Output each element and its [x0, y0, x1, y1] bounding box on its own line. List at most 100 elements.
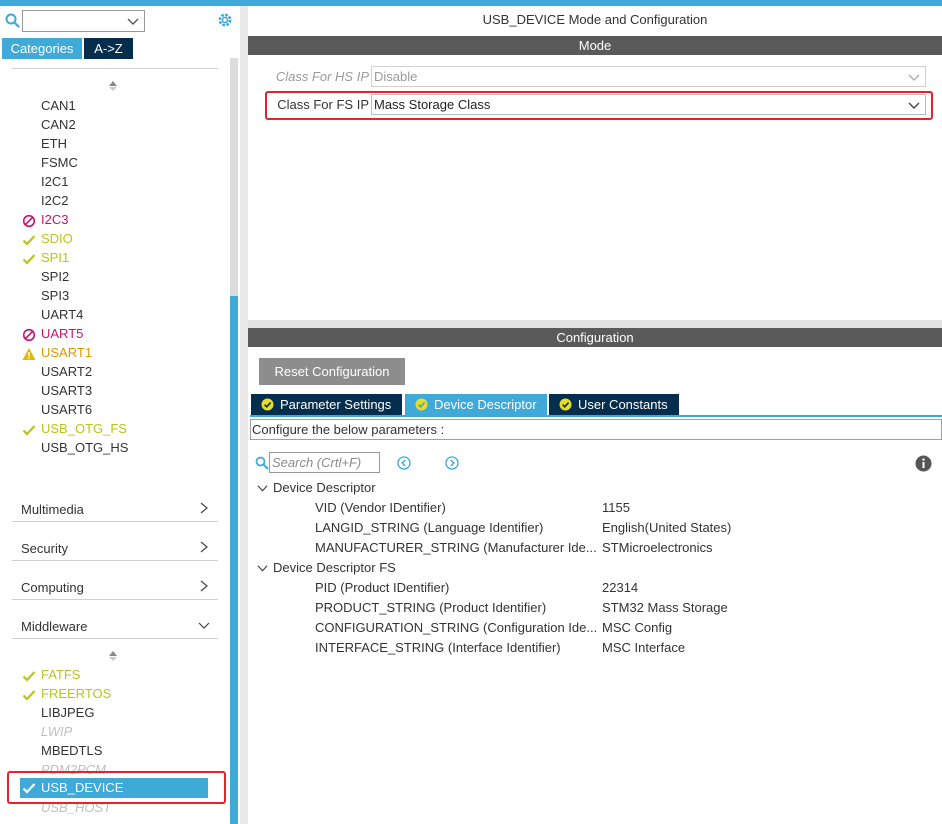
peripheral-item-spi3[interactable]: SPI3: [0, 287, 225, 306]
prohibited-icon: [22, 214, 36, 228]
tab-parameter-settings[interactable]: Parameter Settings: [251, 394, 402, 415]
chevron-down-icon: [127, 18, 139, 25]
peripheral-item-usart6[interactable]: USART6: [0, 401, 225, 420]
scroll-up-arrow-icon[interactable]: [108, 80, 118, 92]
check-circle-icon: [559, 398, 572, 411]
peripheral-label: USART1: [41, 345, 93, 360]
class-for-hs-ip-label: Class For HS IP: [275, 69, 369, 84]
left-scrollbar-thumb[interactable]: [230, 296, 238, 824]
peripheral-item-sdio[interactable]: SDIO: [0, 230, 225, 249]
peripheral-label: USB_OTG_HS: [41, 440, 129, 455]
checkmark-icon: [22, 425, 36, 436]
parameter-row[interactable]: PRODUCT_STRING (Product Identifier) STM32…: [0, 600, 942, 620]
class-for-hs-ip-value: Disable: [374, 69, 418, 84]
peripheral-item-usb_otg_hs[interactable]: USB_OTG_HS: [0, 439, 225, 458]
prohibited-icon: [22, 328, 36, 342]
parameter-value[interactable]: English(United States): [602, 520, 731, 535]
peripheral-item-usb_otg_fs[interactable]: USB_OTG_FS: [0, 420, 225, 439]
configure-instructions-bar: Configure the below parameters :: [250, 419, 942, 440]
middleware-item-mbedtls[interactable]: MBEDTLS: [0, 742, 225, 761]
parameter-name: VID (Vendor IDentifier): [315, 500, 446, 515]
tree-group[interactable]: Device Descriptor: [255, 480, 555, 498]
peripheral-item-eth[interactable]: ETH: [0, 135, 225, 154]
parameter-value[interactable]: STM32 Mass Storage: [602, 600, 728, 615]
parameter-value[interactable]: MSC Interface: [602, 640, 685, 655]
tab-underline: [250, 415, 942, 417]
checkmark-icon: [22, 671, 36, 682]
parameter-value[interactable]: MSC Config: [602, 620, 672, 635]
page-title: USB_DEVICE Mode and Configuration: [482, 12, 708, 27]
peripheral-label: UART4: [41, 307, 84, 322]
list-divider: [12, 68, 218, 69]
tab-categories[interactable]: Categories: [2, 38, 82, 59]
middleware-item-freertos[interactable]: FREERTOS: [0, 685, 225, 704]
peripheral-item-spi1[interactable]: SPI1: [0, 249, 225, 268]
peripheral-item-i2c1[interactable]: I2C1: [0, 173, 225, 192]
gear-icon[interactable]: [216, 11, 234, 29]
search-icon[interactable]: [5, 13, 20, 28]
peripheral-label: USART6: [41, 402, 93, 417]
peripheral-item-uart5[interactable]: UART5: [0, 325, 225, 344]
middleware-label: MBEDTLS: [41, 743, 103, 758]
highlight-box-usb-device: [7, 771, 226, 804]
parameter-name: LANGID_STRING (Language Identifier): [315, 520, 544, 535]
parameter-row[interactable]: VID (Vendor IDentifier) 1155: [0, 500, 942, 520]
peripheral-label: SDIO: [41, 231, 73, 246]
peripheral-item-uart4[interactable]: UART4: [0, 306, 225, 325]
peripheral-label: USB_OTG_FS: [41, 421, 127, 436]
peripheral-item-usart3[interactable]: USART3: [0, 382, 225, 401]
parameter-name: PRODUCT_STRING (Product Identifier): [315, 600, 547, 615]
tab-user-constants[interactable]: User Constants: [549, 394, 679, 415]
check-circle-icon: [261, 398, 274, 411]
tab-device-descriptor[interactable]: Device Descriptor: [405, 394, 547, 415]
highlight-box-class-for-fs-ip: [265, 91, 933, 120]
peripheral-label: SPI1: [41, 250, 70, 265]
peripheral-item-i2c3[interactable]: I2C3: [0, 211, 225, 230]
peripheral-item-i2c2[interactable]: I2C2: [0, 192, 225, 211]
info-icon[interactable]: [915, 455, 932, 472]
parameter-value[interactable]: STMicroelectronics: [602, 540, 713, 555]
peripheral-label: ETH: [41, 136, 67, 151]
mode-panel-divider[interactable]: [248, 320, 942, 328]
parameter-value[interactable]: 22314: [602, 580, 638, 595]
middleware-item-fatfs[interactable]: FATFS: [0, 666, 225, 685]
panel-splitter[interactable]: [240, 6, 248, 824]
peripheral-label: FSMC: [41, 155, 78, 170]
mode-section-header: Mode: [248, 36, 942, 55]
checkmark-icon: [22, 254, 36, 265]
peripheral-label: CAN1: [41, 98, 76, 113]
parameter-row[interactable]: INTERFACE_STRING (Interface Identifier) M…: [0, 640, 942, 660]
peripheral-item-spi2[interactable]: SPI2: [0, 268, 225, 287]
chevron-down-icon: [257, 485, 268, 492]
peripheral-label: USART2: [41, 364, 93, 379]
parameter-search-input[interactable]: [272, 453, 377, 472]
middleware-item-libjpeg[interactable]: LIBJPEG: [0, 704, 225, 723]
search-previous-icon[interactable]: [397, 456, 411, 470]
parameter-name: MANUFACTURER_STRING (Manufacturer Ide...: [315, 540, 597, 555]
peripheral-item-can2[interactable]: CAN2: [0, 116, 225, 135]
peripheral-label: I2C1: [41, 174, 69, 189]
tab-label: User Constants: [578, 397, 668, 412]
parameter-row[interactable]: CONFIGURATION_STRING (Configuration Ide.…: [0, 620, 942, 640]
peripheral-item-can1[interactable]: CAN1: [0, 97, 225, 116]
peripheral-search-combo[interactable]: [22, 10, 145, 32]
peripheral-item-usart2[interactable]: USART2: [0, 363, 225, 382]
reset-configuration-button[interactable]: Reset Configuration: [259, 358, 405, 385]
tree-group[interactable]: Device Descriptor FS: [255, 560, 555, 578]
tab-a-to-z[interactable]: A->Z: [84, 38, 133, 59]
configuration-section-header: Configuration: [248, 328, 942, 347]
search-next-icon[interactable]: [445, 456, 459, 470]
parameter-row[interactable]: MANUFACTURER_STRING (Manufacturer Ide...…: [0, 540, 942, 560]
search-icon: [255, 456, 269, 470]
configure-instructions-text: Configure the below parameters :: [252, 422, 445, 437]
parameter-name: PID (Product IDentifier): [315, 580, 450, 595]
parameter-search: [269, 452, 380, 473]
peripheral-item-fsmc[interactable]: FSMC: [0, 154, 225, 173]
parameter-row[interactable]: LANGID_STRING (Language Identifier) Engli…: [0, 520, 942, 540]
middleware-label: LWIP: [41, 724, 73, 739]
checkmark-icon: [22, 235, 36, 246]
parameter-row[interactable]: PID (Product IDentifier) 22314: [0, 580, 942, 600]
peripheral-item-usart1[interactable]: USART1: [0, 344, 225, 363]
peripheral-label: I2C3: [41, 212, 69, 227]
parameter-value[interactable]: 1155: [602, 500, 630, 515]
